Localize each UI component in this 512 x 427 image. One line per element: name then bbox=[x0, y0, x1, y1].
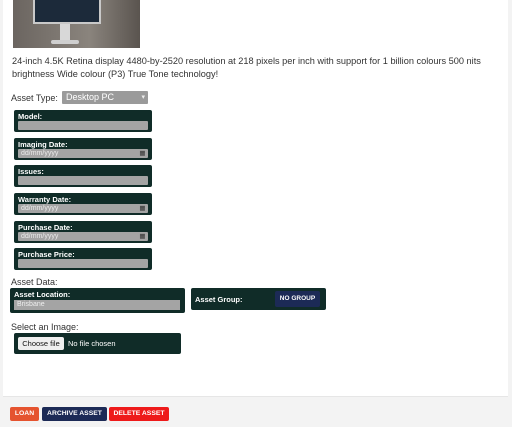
asset-group-label: Asset Group: bbox=[195, 295, 243, 304]
issues-field: Issues: bbox=[14, 165, 152, 187]
imaging-date-label: Imaging Date: bbox=[18, 140, 68, 149]
calendar-icon[interactable]: ▦ bbox=[139, 232, 146, 241]
file-status: No file chosen bbox=[68, 339, 116, 348]
purchase-price-field: Purchase Price: bbox=[14, 248, 152, 270]
asset-type-value: Desktop PC bbox=[66, 92, 115, 102]
model-field: Model: bbox=[14, 110, 152, 132]
purchase-date-label: Purchase Date: bbox=[18, 223, 73, 232]
warranty-date-input[interactable]: dd/mm/yyyy ▦ bbox=[18, 204, 148, 213]
select-image-label: Select an Image: bbox=[11, 322, 79, 332]
asset-description: 24-inch 4.5K Retina display 4480-by-2520… bbox=[12, 56, 481, 79]
issues-label: Issues: bbox=[18, 167, 44, 176]
chevron-down-icon: ▾ bbox=[141, 94, 145, 101]
purchase-price-label: Purchase Price: bbox=[18, 250, 75, 259]
image-file-field: Choose file No file chosen bbox=[14, 333, 181, 354]
imaging-date-input[interactable]: dd/mm/yyyy ▦ bbox=[18, 149, 148, 158]
purchase-date-input[interactable]: dd/mm/yyyy ▦ bbox=[18, 232, 148, 241]
asset-type-select[interactable]: Desktop PC ▾ bbox=[62, 91, 148, 104]
warranty-date-field: Warranty Date: dd/mm/yyyy ▦ bbox=[14, 193, 152, 215]
purchase-price-input[interactable] bbox=[18, 259, 148, 268]
asset-location-label: Asset Location: bbox=[14, 290, 71, 299]
imaging-date-field: Imaging Date: dd/mm/yyyy ▦ bbox=[14, 138, 152, 160]
monitor-screen bbox=[33, 0, 101, 24]
purchase-date-field: Purchase Date: dd/mm/yyyy ▦ bbox=[14, 221, 152, 243]
model-label: Model: bbox=[18, 112, 43, 121]
purchase-date-placeholder: dd/mm/yyyy bbox=[21, 233, 59, 240]
imaging-date-placeholder: dd/mm/yyyy bbox=[21, 150, 59, 157]
asset-data-heading: Asset Data: bbox=[11, 277, 58, 287]
choose-file-button[interactable]: Choose file bbox=[18, 337, 64, 350]
archive-asset-button[interactable]: ARCHIVE ASSET bbox=[42, 407, 107, 421]
no-group-button[interactable]: NO GROUP bbox=[275, 291, 320, 307]
asset-location-input[interactable]: Brisbane bbox=[14, 300, 180, 310]
asset-group-field: Asset Group: NO GROUP bbox=[191, 288, 326, 310]
model-input[interactable] bbox=[18, 121, 148, 130]
calendar-icon[interactable]: ▦ bbox=[139, 149, 146, 158]
asset-photo bbox=[13, 0, 140, 48]
calendar-icon[interactable]: ▦ bbox=[139, 204, 146, 213]
warranty-date-label: Warranty Date: bbox=[18, 195, 72, 204]
asset-location-field: Asset Location: Brisbane bbox=[10, 288, 185, 313]
warranty-date-placeholder: dd/mm/yyyy bbox=[21, 205, 59, 212]
loan-button[interactable]: LOAN bbox=[10, 407, 39, 421]
delete-asset-button[interactable]: DELETE ASSET bbox=[109, 407, 169, 421]
monitor-base bbox=[51, 40, 79, 44]
issues-input[interactable] bbox=[18, 176, 148, 185]
asset-type-label: Asset Type: bbox=[11, 93, 58, 103]
